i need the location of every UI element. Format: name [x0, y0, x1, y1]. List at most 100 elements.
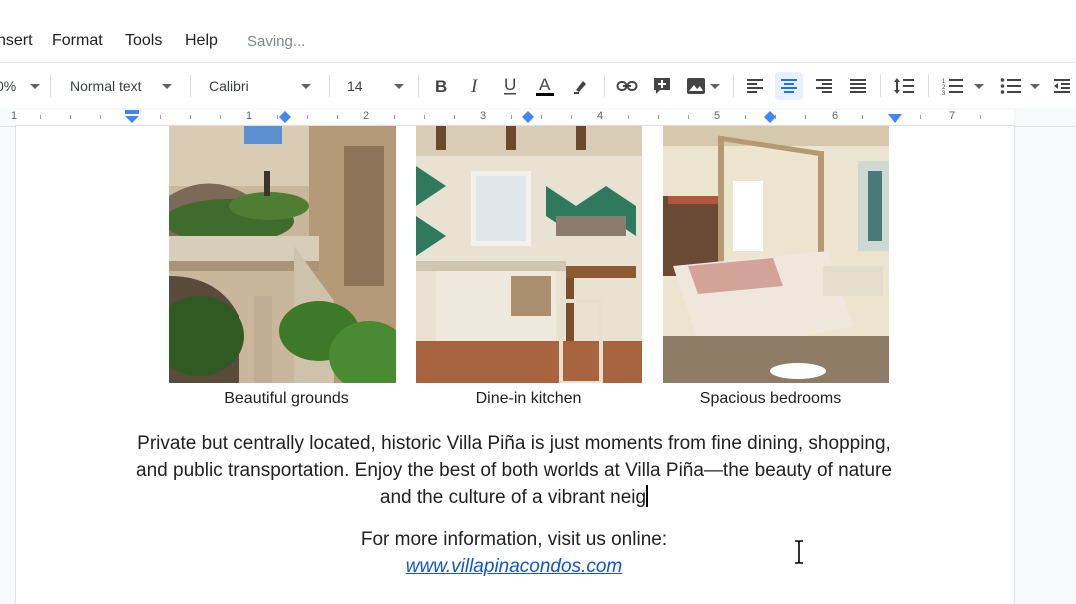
underline-button[interactable]: U — [496, 72, 524, 100]
ruler-number: 1 — [246, 110, 253, 122]
ruler-tick — [658, 115, 659, 119]
insert-link-button[interactable] — [613, 72, 641, 100]
ruler-tick — [160, 115, 161, 119]
text-color-button[interactable]: A — [531, 72, 559, 100]
toolbar-divider — [733, 75, 734, 97]
svg-text:3: 3 — [942, 91, 946, 95]
photo-bedroom[interactable] — [663, 126, 889, 383]
text-cursor — [646, 485, 649, 507]
toolbar-divider — [50, 75, 51, 97]
caption-bedrooms: Spacious bedrooms — [699, 390, 842, 407]
toolbar-divider — [604, 75, 605, 97]
ruler-tick — [277, 115, 278, 119]
justify-icon — [850, 79, 866, 93]
ruler-tick — [40, 115, 41, 119]
ruler-tick — [424, 115, 425, 119]
ruler-number: 7 — [949, 110, 956, 122]
ruler-number: 3 — [480, 110, 487, 122]
chevron-down-icon — [30, 83, 41, 89]
chevron-down-icon — [393, 83, 404, 89]
highlighter-icon — [574, 81, 586, 94]
ruler-number: 4 — [597, 110, 604, 122]
menu-help[interactable]: Help — [185, 32, 218, 50]
ruler-number: 2 — [363, 110, 370, 122]
add-comment-icon — [654, 78, 670, 94]
description-text: Private but centrally located, historic … — [136, 433, 892, 508]
ibeam-cursor-icon — [795, 540, 803, 564]
ruler-tick — [541, 115, 542, 119]
tab-stop-marker[interactable] — [279, 111, 291, 123]
caption-kitchen: Dine-in kitchen — [475, 390, 582, 407]
text-color-icon: A — [536, 75, 554, 96]
ruler-tick — [100, 115, 101, 119]
font-select[interactable]: Calibri — [209, 63, 319, 109]
menu-tools[interactable]: Tools — [125, 32, 162, 50]
ruler-tick — [805, 115, 806, 119]
menu-insert[interactable]: nsert — [0, 32, 33, 50]
ruler-number: 5 — [714, 110, 721, 122]
italic-button[interactable]: I — [461, 72, 489, 100]
toolbar-divider — [928, 75, 929, 97]
decrease-indent-button[interactable] — [1050, 72, 1074, 100]
ruler-tick — [920, 115, 921, 119]
align-left-icon — [747, 79, 763, 93]
font-size-value: 14 — [347, 78, 363, 94]
ruler-tick — [220, 115, 221, 119]
toolbar-divider — [880, 75, 881, 97]
underline-icon: U — [504, 76, 516, 95]
align-left-button[interactable] — [741, 72, 769, 100]
toolbar-divider — [190, 75, 191, 97]
photo-kitchen[interactable] — [416, 126, 642, 383]
bulleted-list-button[interactable] — [996, 72, 1044, 100]
horizontal-ruler: 1 1 2 3 4 5 6 7 — [0, 108, 1076, 127]
description-paragraph[interactable]: Private but centrally located, historic … — [130, 430, 898, 511]
svg-text:U: U — [504, 76, 516, 94]
add-comment-button[interactable] — [648, 72, 676, 100]
ruler-tick — [688, 115, 689, 119]
ruler-tick — [511, 115, 512, 119]
website-link[interactable]: www.villapinacondos.com — [200, 556, 828, 578]
bold-icon: B — [435, 77, 447, 95]
highlight-button[interactable] — [567, 72, 595, 100]
right-indent-marker[interactable] — [888, 114, 902, 124]
align-center-icon — [781, 79, 797, 93]
line-spacing-button[interactable] — [890, 72, 918, 100]
line-spacing-icon — [894, 78, 914, 94]
zoom-select[interactable]: 0% — [0, 63, 44, 109]
style-value: Normal text — [70, 78, 142, 94]
chevron-down-icon — [161, 83, 172, 89]
save-status: Saving... — [247, 33, 306, 50]
font-value: Calibri — [209, 78, 249, 94]
bulleted-list-icon — [1000, 78, 1021, 94]
font-size-select[interactable]: 14 — [347, 63, 409, 109]
bold-button[interactable]: B — [426, 72, 454, 100]
svg-text:A: A — [539, 75, 551, 94]
italic-icon: I — [470, 77, 479, 95]
decrease-indent-icon — [1054, 79, 1070, 93]
align-center-button[interactable] — [775, 72, 803, 100]
ruler-tick — [190, 115, 191, 119]
tab-stop-marker[interactable] — [522, 111, 534, 123]
ruler-tick — [571, 115, 572, 119]
photo-grounds[interactable] — [169, 126, 396, 383]
chevron-down-icon — [1030, 83, 1040, 89]
svg-text:I: I — [470, 77, 479, 95]
align-right-button[interactable] — [810, 72, 838, 100]
toolbar-divider — [418, 75, 419, 97]
kitchen-image — [416, 126, 642, 383]
first-line-indent-marker[interactable] — [124, 110, 140, 124]
toolbar-divider — [329, 75, 330, 97]
ruler-tick — [307, 115, 308, 119]
more-info-line: For more information, visit us online: — [360, 529, 668, 550]
numbered-list-button[interactable]: 123 — [938, 72, 988, 100]
svg-text:B: B — [435, 77, 447, 95]
align-right-icon — [816, 79, 832, 93]
ruler-tick — [394, 115, 395, 119]
style-select[interactable]: Normal text — [70, 63, 180, 109]
tab-stop-marker[interactable] — [764, 111, 776, 123]
menu-format[interactable]: Format — [52, 32, 103, 50]
insert-image-button[interactable] — [682, 72, 724, 100]
link-icon — [616, 81, 638, 91]
justify-button[interactable] — [844, 72, 872, 100]
ruler-tick — [980, 115, 981, 119]
